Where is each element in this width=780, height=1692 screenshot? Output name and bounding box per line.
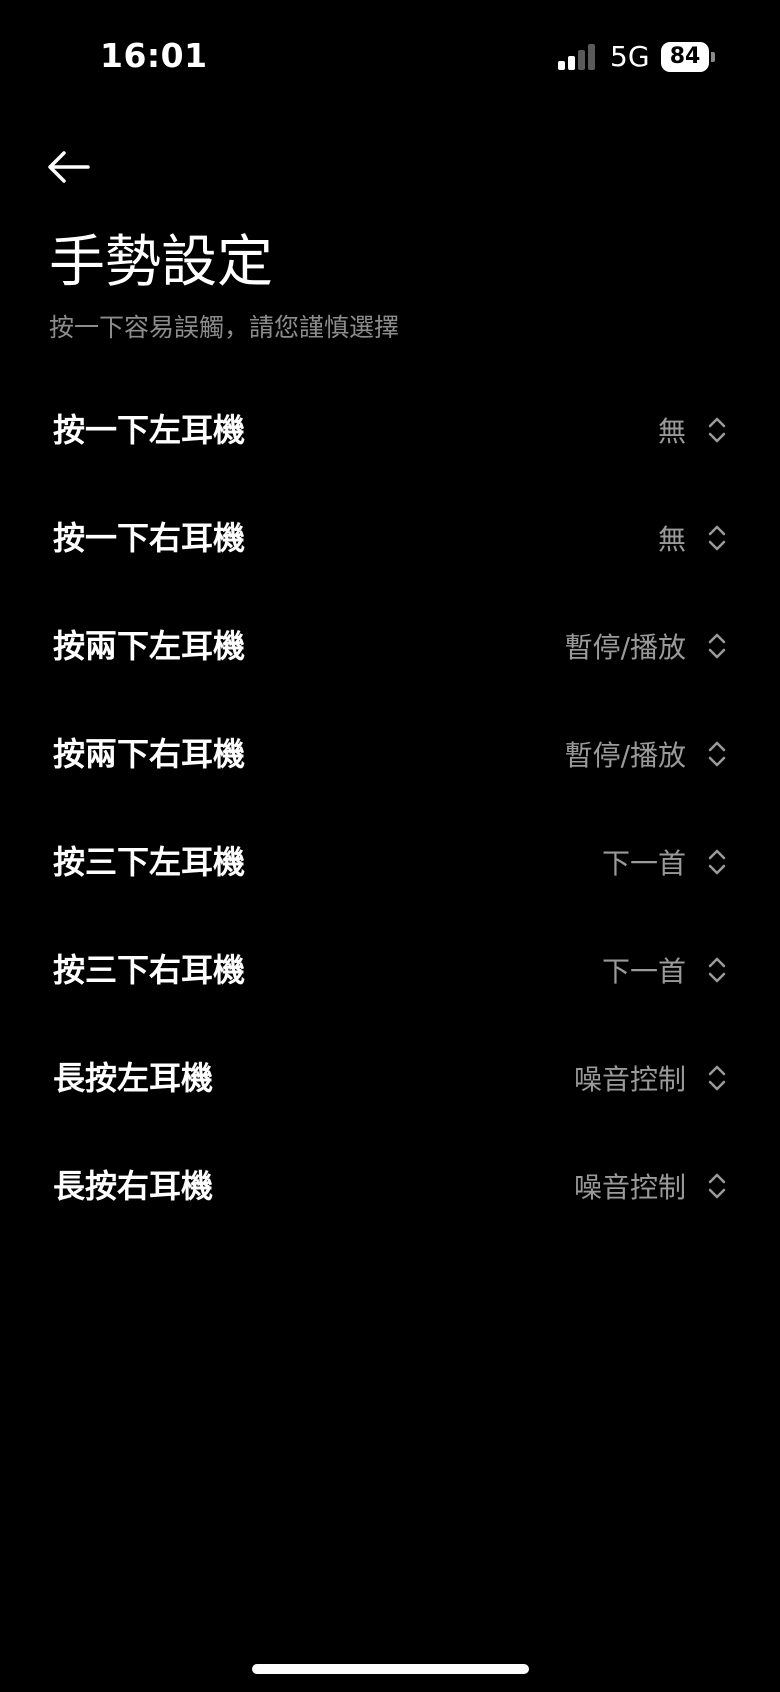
- page-title: 手勢設定: [49, 230, 273, 295]
- setting-label: 按兩下左耳機: [53, 627, 246, 665]
- setting-value: 無: [657, 415, 686, 448]
- gesture-row-triple-tap-right[interactable]: 按三下右耳機 下一首: [0, 916, 780, 1024]
- status-time: 16:01: [100, 36, 208, 75]
- gesture-row-long-press-left[interactable]: 長按左耳機 噪音控制: [0, 1024, 780, 1132]
- setting-label: 按三下左耳機: [53, 843, 246, 881]
- gesture-row-triple-tap-left[interactable]: 按三下左耳機 下一首: [0, 808, 780, 916]
- home-indicator[interactable]: [252, 1664, 529, 1674]
- chevron-up-down-icon: [708, 417, 726, 443]
- setting-value: 無: [657, 523, 686, 556]
- setting-value: 噪音控制: [573, 1063, 686, 1096]
- setting-value: 噪音控制: [573, 1171, 686, 1204]
- chevron-up-down-icon: [708, 849, 726, 875]
- gesture-row-single-tap-right[interactable]: 按一下右耳機 無: [0, 484, 780, 592]
- setting-selector[interactable]: 下一首: [602, 916, 728, 1024]
- status-bar: 16:01 5G 84: [0, 0, 780, 120]
- setting-selector[interactable]: 暫停/播放: [565, 700, 728, 808]
- setting-selector[interactable]: 無: [658, 484, 728, 592]
- setting-selector[interactable]: 下一首: [602, 808, 728, 916]
- setting-label: 按兩下右耳機: [53, 735, 246, 773]
- setting-label: 長按左耳機: [53, 1059, 214, 1097]
- setting-selector[interactable]: 無: [658, 376, 728, 484]
- chevron-up-down-icon: [708, 741, 726, 767]
- chevron-up-down-icon: [708, 957, 726, 983]
- signal-bars-icon: [558, 44, 598, 70]
- battery-level: 84: [661, 42, 709, 72]
- setting-selector[interactable]: 噪音控制: [574, 1132, 728, 1240]
- gesture-row-double-tap-right[interactable]: 按兩下右耳機 暫停/播放: [0, 700, 780, 808]
- setting-label: 按三下右耳機: [53, 951, 246, 989]
- setting-label: 長按右耳機: [53, 1167, 214, 1205]
- setting-value: 暫停/播放: [564, 739, 686, 772]
- setting-value: 下一首: [601, 847, 686, 880]
- chevron-up-down-icon: [708, 1173, 726, 1199]
- setting-label: 按一下左耳機: [53, 411, 246, 449]
- network-type-label: 5G: [610, 40, 650, 73]
- arrow-left-icon: [48, 151, 90, 183]
- chevron-up-down-icon: [708, 633, 726, 659]
- back-button[interactable]: [42, 142, 98, 192]
- setting-selector[interactable]: 暫停/播放: [565, 592, 728, 700]
- page-subtitle: 按一下容易誤觸，請您謹慎選擇: [49, 313, 400, 342]
- setting-label: 按一下右耳機: [53, 519, 246, 557]
- setting-value: 暫停/播放: [564, 631, 686, 664]
- battery-icon: 84: [661, 42, 715, 72]
- gesture-row-single-tap-left[interactable]: 按一下左耳機 無: [0, 376, 780, 484]
- gesture-settings-list: 按一下左耳機 無 按一下右耳機 無 按兩下左耳機 暫停/播放 按兩下右耳機 暫停…: [0, 376, 780, 1240]
- gesture-row-long-press-right[interactable]: 長按右耳機 噪音控制: [0, 1132, 780, 1240]
- setting-value: 下一首: [601, 955, 686, 988]
- setting-selector[interactable]: 噪音控制: [574, 1024, 728, 1132]
- gesture-row-double-tap-left[interactable]: 按兩下左耳機 暫停/播放: [0, 592, 780, 700]
- chevron-up-down-icon: [708, 1065, 726, 1091]
- chevron-up-down-icon: [708, 525, 726, 551]
